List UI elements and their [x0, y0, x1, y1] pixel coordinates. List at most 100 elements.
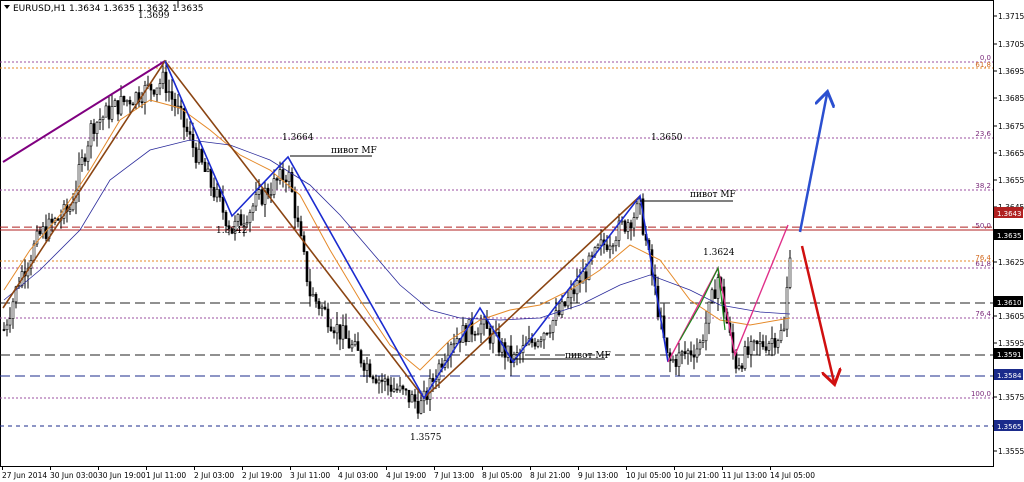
candle-body: [281, 169, 285, 181]
x-tick-label: 14 Jul 05:00: [770, 471, 815, 480]
pivot-label: пивот MF: [565, 351, 611, 361]
x-tick-label: 3 Jul 11:00: [290, 471, 330, 480]
candle-body: [596, 244, 600, 248]
candle-body: [554, 310, 558, 321]
candle-body: [419, 400, 423, 414]
candle-body: [377, 379, 381, 384]
candle-body: [452, 343, 456, 346]
candle-body: [692, 354, 696, 358]
x-tick-label: 2 Jul 03:00: [194, 471, 234, 480]
candle-body: [335, 324, 339, 334]
y-tick-label: 1.3625: [998, 258, 1024, 267]
price-annotation: 1.3650: [651, 133, 683, 143]
candle-body: [158, 83, 162, 89]
candle-body: [239, 214, 243, 226]
candle-body: [371, 376, 375, 380]
candle-body: [743, 346, 747, 369]
candle-body: [110, 106, 114, 120]
candle-body: [89, 123, 93, 147]
candle-body: [680, 351, 684, 354]
candle-body: [140, 101, 144, 104]
candle-body: [413, 394, 417, 402]
candle-body: [317, 301, 321, 309]
candle-body: [161, 71, 165, 84]
fib-level-label: 38,2: [975, 182, 991, 190]
candle-body: [632, 217, 636, 229]
candle-body: [608, 245, 612, 251]
candle-body: [254, 194, 258, 207]
candle-body: [683, 351, 687, 355]
candle-body: [86, 145, 90, 162]
x-tick-label: 11 Jul 13:00: [722, 471, 767, 480]
fib-level-label: 76,4: [975, 310, 991, 318]
candle-body: [560, 301, 564, 316]
candle-body: [71, 202, 75, 211]
pivot-label: пивот MF: [331, 146, 377, 156]
candle-body: [170, 91, 174, 100]
candle-body: [755, 340, 759, 345]
price-annotation: 1.3575: [410, 433, 442, 443]
candle-body: [173, 98, 177, 108]
candle-body: [626, 222, 630, 232]
candle-body: [164, 71, 168, 93]
candle-body: [305, 251, 309, 282]
candle-body: [149, 83, 153, 91]
candle-body: [68, 209, 72, 212]
candle-body: [566, 297, 570, 307]
candle-body: [479, 323, 483, 335]
fib-level-label-orange: 61,8: [975, 61, 991, 69]
candle-body: [188, 131, 192, 135]
candle-body: [758, 341, 762, 345]
y-tick-label: 1.3655: [998, 176, 1024, 185]
price-chart[interactable]: EURUSD,H1 1.3634 1.3635 1.3632 1.36351.3…: [0, 0, 1024, 482]
candle-body: [764, 346, 768, 351]
x-tick-label: 27 Jun 2014: [2, 471, 47, 480]
candle-body: [482, 318, 486, 325]
candle-body: [251, 205, 255, 213]
y-tick-label: 1.3695: [998, 67, 1024, 76]
fib-level-label-orange: 76,4: [975, 254, 991, 262]
x-tick-label: 4 Jul 19:00: [386, 471, 426, 480]
price-label: 1.3584: [997, 372, 1022, 380]
candle-body: [185, 126, 189, 132]
candle-body: [473, 333, 477, 336]
candle-body: [788, 257, 792, 288]
candle-body: [716, 277, 720, 299]
candle-body: [287, 172, 291, 183]
candle-body: [293, 191, 297, 219]
candle-body: [347, 338, 351, 349]
candle-body: [737, 365, 741, 369]
candle-body: [260, 189, 264, 205]
candle-body: [713, 289, 717, 299]
candle-body: [671, 358, 675, 362]
candle-body: [740, 365, 744, 369]
candle-body: [416, 401, 420, 414]
candle-body: [98, 119, 102, 123]
candle-body: [206, 168, 210, 173]
candle-body: [362, 362, 366, 371]
fib-level-label: 23,6: [975, 130, 991, 138]
chart-window[interactable]: EURUSD,H1 1.3634 1.3635 1.3632 1.3635 1.3…: [0, 0, 1024, 482]
candle-body: [341, 325, 345, 340]
y-tick-label: 1.3715: [998, 12, 1024, 21]
candle-body: [125, 99, 129, 103]
candle-body: [80, 157, 84, 165]
candle-body: [5, 324, 9, 331]
candle-body: [704, 322, 708, 342]
candle-body: [212, 187, 216, 198]
candle-body: [344, 325, 348, 339]
x-tick-label: 8 Jul 05:00: [482, 471, 522, 480]
candle-body: [575, 280, 579, 295]
candle-body: [389, 384, 393, 392]
candle-body: [779, 330, 783, 341]
price-label: 1.3635: [997, 232, 1022, 240]
candle-body: [134, 92, 138, 105]
candle-body: [113, 100, 117, 107]
candle-body: [215, 188, 219, 198]
candle-body: [155, 87, 159, 95]
x-tick-label: 30 Jun 19:00: [98, 471, 146, 480]
candle-body: [686, 350, 690, 355]
candle-body: [368, 363, 372, 377]
x-tick-label: 10 Jul 21:00: [674, 471, 719, 480]
candle-body: [770, 338, 774, 344]
